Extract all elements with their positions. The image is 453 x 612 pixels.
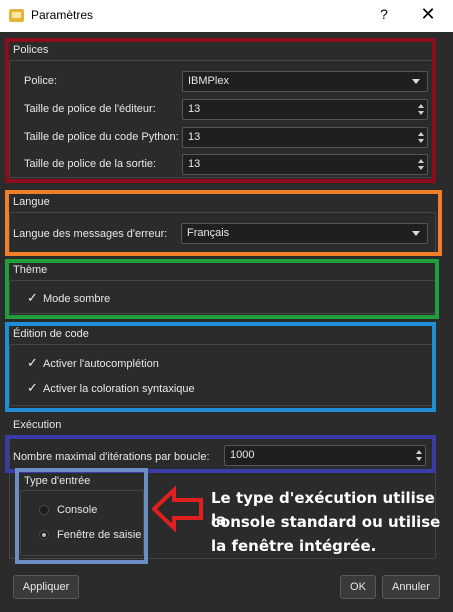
arrow-left-icon <box>152 486 203 532</box>
window-title: Paramètres <box>31 8 94 22</box>
langue-annotation-box <box>5 190 442 256</box>
folder-icon <box>9 9 24 22</box>
execution-section-title: Exécution <box>13 419 62 431</box>
apply-button[interactable]: Appliquer <box>13 575 79 599</box>
help-button[interactable]: ? <box>372 6 396 26</box>
annotation-line-2: console standard ou utilise <box>211 513 441 531</box>
cancel-button[interactable]: Annuler <box>382 575 440 599</box>
annotation-line-3: la fenêtre intégrée. <box>211 537 377 555</box>
edition-annotation-box <box>5 322 436 412</box>
polices-annotation-box <box>5 38 436 183</box>
title-bar: Paramètres ? ✕ <box>0 0 453 32</box>
theme-annotation-box <box>5 259 439 319</box>
ok-button[interactable]: OK <box>340 575 376 599</box>
input-type-annotation-box <box>15 468 148 564</box>
close-button[interactable]: ✕ <box>414 4 442 26</box>
